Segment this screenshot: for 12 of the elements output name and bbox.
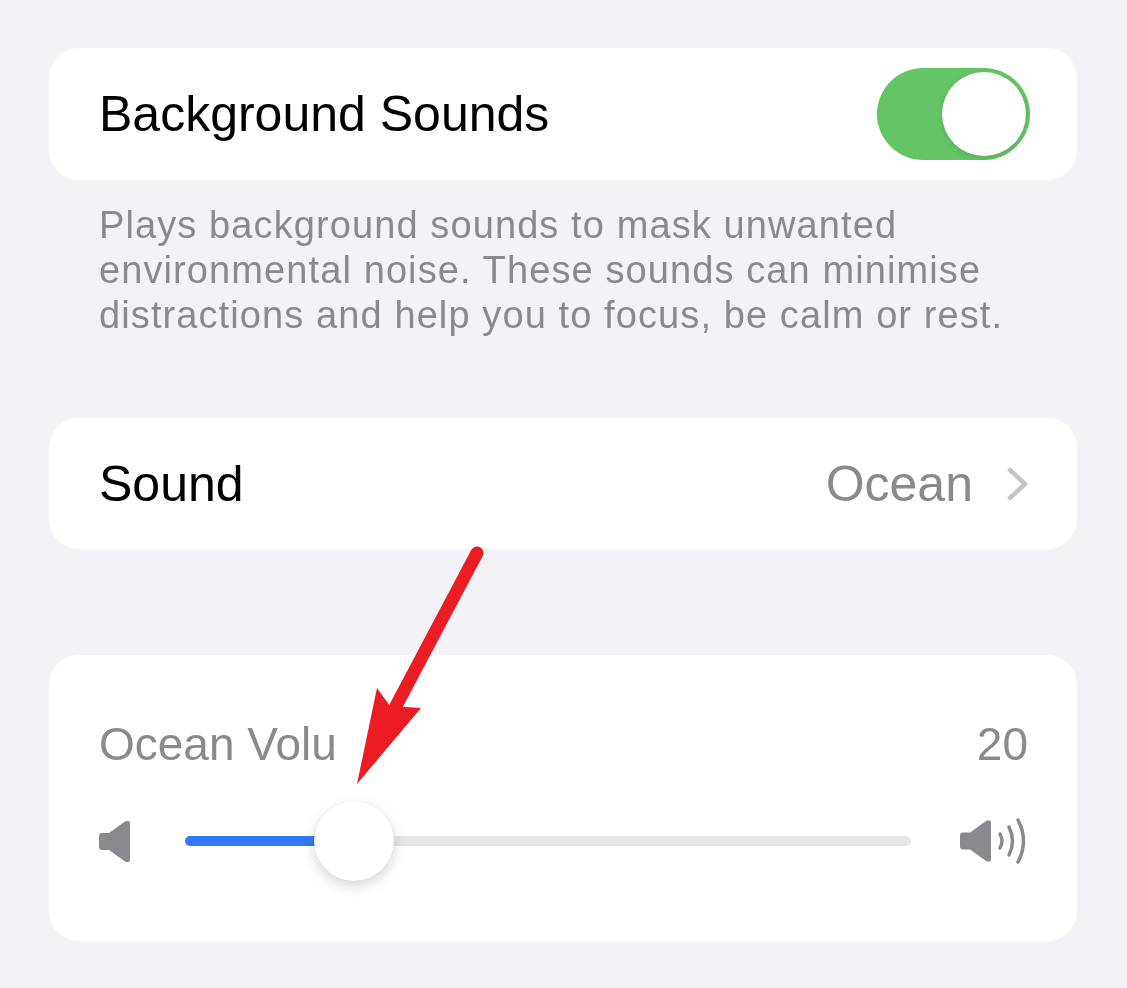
slider-thumb[interactable]: [314, 801, 395, 881]
speaker-loud-icon: [960, 818, 1028, 864]
setting-label: Background Sounds: [99, 85, 550, 144]
speaker-icon: [99, 819, 130, 863]
description-text: Plays background sounds to mask unwanted environmental noise. These sounds can minimise distractions and help you to focus, be calm or rest.: [99, 203, 1005, 338]
volume-reading: 20: [976, 717, 1028, 772]
sound-row[interactable]: Sound Ocean: [49, 418, 1077, 549]
chevron-right-icon: [1007, 466, 1029, 501]
volume-slider[interactable]: [185, 801, 911, 881]
setting-value: Ocean: [825, 454, 973, 514]
setting-label: Sound: [99, 454, 244, 514]
volume-label: Ocean Volu: [99, 717, 337, 772]
